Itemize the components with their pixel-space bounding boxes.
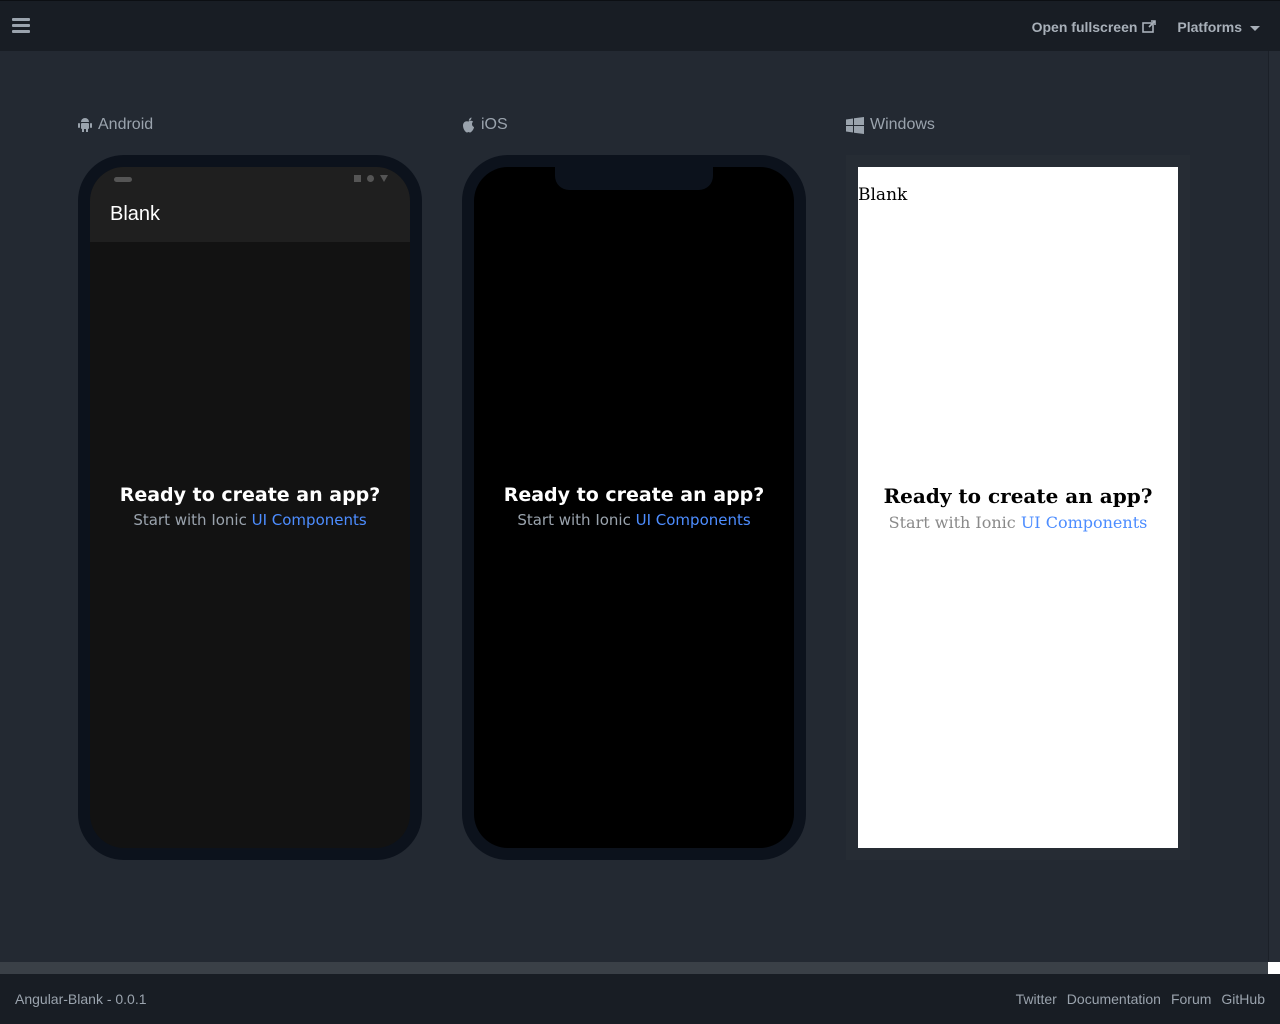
android-label: Android [98,116,154,133]
ios-device-frame: Ready to create an app? Start with Ionic… [462,155,806,860]
ios-screen: Ready to create an app? Start with Ionic… [474,167,794,848]
platforms-label: Platforms [1177,18,1242,35]
windows-label: Windows [870,116,935,133]
status-notification-icon [114,177,132,182]
ios-platform-label: iOS [462,114,508,136]
android-status-bar [90,167,410,191]
battery-icon [354,175,361,182]
android-platform-label: Android [78,114,153,136]
signal-icon [367,175,374,182]
ios-notch [555,167,713,190]
external-link-icon [1142,20,1157,33]
android-toolbar: Blank [90,191,410,242]
android-icon [78,118,92,132]
hamburger-menu-icon[interactable] [12,18,30,34]
footer-link-forum[interactable]: Forum [1171,991,1211,1007]
ui-components-link[interactable]: UI Components [636,511,751,529]
caret-down-icon [1250,25,1260,31]
footer: Angular-Blank - 0.0.1 Twitter Documentat… [0,974,1280,1024]
scrollbar-corner [1268,962,1280,974]
open-fullscreen-link[interactable]: Open fullscreen [1032,19,1158,35]
horizontal-scrollbar[interactable] [0,962,1268,974]
status-icons [354,175,388,182]
windows-empty-state: Ready to create an app? Start with Ionic… [858,484,1178,532]
start-text: Start with Ionic UI Components [858,513,1178,532]
windows-icon [846,116,864,134]
footer-link-twitter[interactable]: Twitter [1016,991,1057,1007]
open-fullscreen-label: Open fullscreen [1031,18,1138,35]
ios-empty-state: Ready to create an app? Start with Ionic… [474,484,794,529]
ui-components-link[interactable]: UI Components [252,511,367,529]
windows-platform-label: Windows [846,114,935,136]
app-version: Angular-Blank - 0.0.1 [15,991,147,1007]
start-text: Start with Ionic UI Components [90,511,410,529]
start-prefix: Start with Ionic [888,513,1021,532]
footer-link-documentation[interactable]: Documentation [1067,991,1161,1007]
android-empty-state: Ready to create an app? Start with Ionic… [90,484,410,529]
windows-device-frame: Blank Ready to create an app? Start with… [846,155,1190,860]
android-device-frame: Blank Ready to create an app? Start with… [78,155,422,860]
ready-heading: Ready to create an app? [119,484,381,506]
android-page-title: Blank [110,203,161,225]
ready-heading: Ready to create an app? [883,484,1153,508]
windows-screen: Blank Ready to create an app? Start with… [858,167,1178,848]
wifi-icon [380,175,388,182]
platforms-dropdown[interactable]: Platforms [1177,19,1260,35]
footer-link-github[interactable]: GitHub [1221,991,1265,1007]
ios-label: iOS [481,116,508,133]
apple-icon [463,117,474,133]
windows-page-title: Blank [858,185,908,205]
top-bar: Open fullscreen Platforms [0,0,1280,51]
start-prefix: Start with Ionic [517,511,636,529]
start-prefix: Start with Ionic [133,511,252,529]
vertical-scrollbar[interactable] [1268,51,1280,962]
top-actions: Open fullscreen Platforms [1032,1,1260,52]
ui-components-link[interactable]: UI Components [1021,513,1148,532]
footer-links: Twitter Documentation Forum GitHub [1016,991,1265,1007]
android-screen: Blank Ready to create an app? Start with… [90,167,410,848]
start-text: Start with Ionic UI Components [474,511,794,529]
ready-heading: Ready to create an app? [503,484,765,506]
